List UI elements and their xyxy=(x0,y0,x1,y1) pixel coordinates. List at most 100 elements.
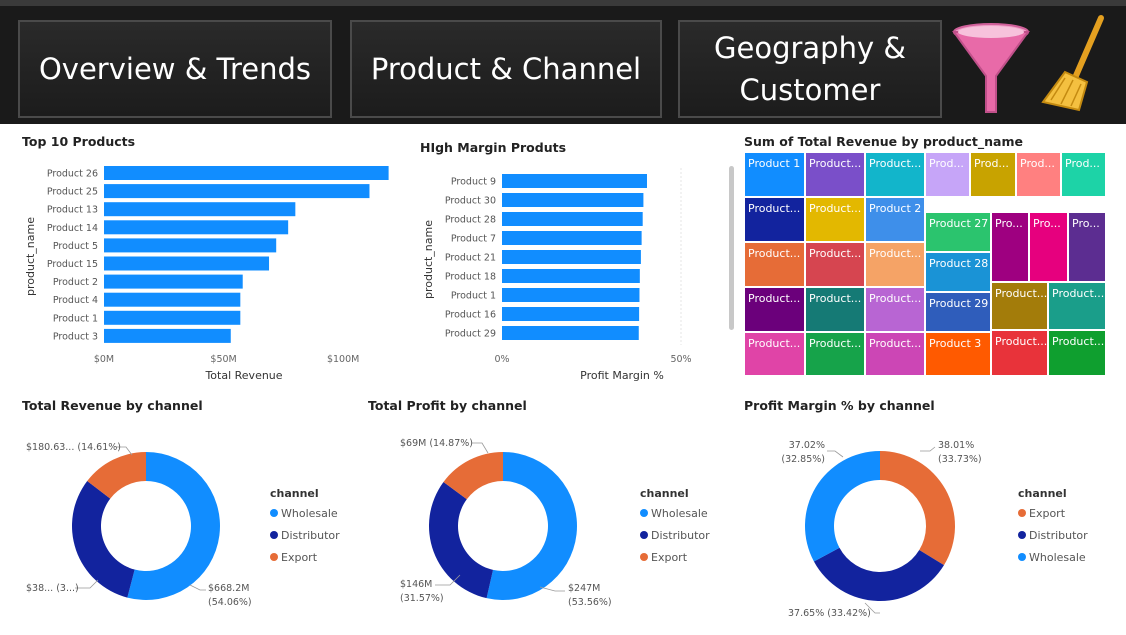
chart-title-treemap: Sum of Total Revenue by product_name xyxy=(744,134,1023,149)
data-label: (54.06%) xyxy=(208,597,252,608)
treemap-cell[interactable]: Prod... xyxy=(1016,152,1061,197)
bar xyxy=(502,307,640,321)
treemap-cell[interactable]: Product... xyxy=(744,332,805,376)
legend-item: Distributor xyxy=(1029,529,1088,542)
treemap-cell[interactable]: Product 3 xyxy=(925,332,991,376)
funnel-icon[interactable] xyxy=(950,20,1032,118)
bar xyxy=(104,328,231,343)
treemap-cell[interactable]: Prod... xyxy=(925,152,970,197)
legend-item: Export xyxy=(1029,507,1066,520)
bar-category-label: Product 16 xyxy=(445,310,496,321)
data-label: $180.63... (14.61%) xyxy=(26,442,121,453)
bar-category-label: Product 3 xyxy=(53,331,98,342)
legend-item: Wholesale xyxy=(651,507,708,520)
bar xyxy=(104,184,370,199)
treemap-cell[interactable]: Product... xyxy=(805,287,865,332)
bar-category-label: Product 9 xyxy=(451,177,496,188)
legend-item: Distributor xyxy=(651,529,710,542)
bar xyxy=(104,256,270,271)
leader-line xyxy=(189,584,206,591)
treemap-cell[interactable]: Product... xyxy=(805,332,865,376)
legend-marker xyxy=(1018,553,1026,561)
x-tick-label: $0M xyxy=(94,354,114,365)
bar-category-label: Product 2 xyxy=(53,277,98,288)
tab-geography-customer[interactable]: Geography & Customer xyxy=(678,20,942,118)
bar-category-label: Product 26 xyxy=(47,169,98,180)
data-label: $38... (3...) xyxy=(26,583,79,594)
y-axis-label: product_name xyxy=(24,217,37,296)
treemap-cell[interactable]: Product... xyxy=(991,282,1048,330)
bar xyxy=(502,212,643,226)
bar-category-label: Product 18 xyxy=(445,272,496,283)
x-tick-label: 0% xyxy=(494,354,509,365)
bar xyxy=(502,288,640,302)
treemap-cell[interactable]: Product... xyxy=(805,242,865,287)
bar xyxy=(104,202,296,217)
treemap-cell[interactable]: Pro... xyxy=(991,212,1029,282)
treemap-cell[interactable]: Prod... xyxy=(1061,152,1106,197)
treemap-cell[interactable]: Product 28 xyxy=(925,252,991,292)
legend-item: Distributor xyxy=(281,529,340,542)
bar xyxy=(104,310,241,325)
tab-overview-trends[interactable]: Overview & Trends xyxy=(18,20,332,118)
high-margin-bar-chart: Product 9 Product 30 Product 28 Product 7 Pr… xyxy=(422,168,692,382)
treemap-cell[interactable]: Product... xyxy=(865,242,925,287)
treemap-cell[interactable]: Product... xyxy=(744,242,805,287)
treemap-cell[interactable]: Pro... xyxy=(1029,212,1068,282)
chart-title-revenue-channel: Total Revenue by channel xyxy=(22,398,203,413)
bar xyxy=(104,292,241,307)
donut-slice xyxy=(429,482,494,599)
treemap-cell[interactable]: Product 2 xyxy=(865,197,925,242)
leader-line xyxy=(539,586,565,592)
treemap-cell[interactable]: Product... xyxy=(1048,282,1106,330)
bar xyxy=(104,220,289,235)
treemap-cell[interactable]: Product... xyxy=(991,330,1048,376)
data-label: $146M xyxy=(400,579,432,590)
bar xyxy=(502,250,641,264)
chart-title-margin-channel: Profit Margin % by channel xyxy=(744,398,935,413)
tab-product-channel[interactable]: Product & Channel xyxy=(350,20,662,118)
treemap-cell[interactable]: Product 1 xyxy=(744,152,805,197)
legend-title: channel xyxy=(640,487,689,500)
broom-icon[interactable] xyxy=(1035,14,1115,118)
treemap-cell[interactable]: Product... xyxy=(805,197,865,242)
data-label: 38.01% xyxy=(938,440,974,451)
bar-category-label: Product 15 xyxy=(47,259,98,270)
data-label: 37.65% (33.42%) xyxy=(788,608,871,619)
treemap-cell[interactable]: Product... xyxy=(805,152,865,197)
treemap-cell[interactable]: Product... xyxy=(744,197,805,242)
data-label: (31.57%) xyxy=(400,593,444,604)
scrollbar[interactable] xyxy=(729,166,734,330)
bar xyxy=(502,326,639,340)
bar-category-label: Product 4 xyxy=(53,295,98,306)
y-axis-label: product_name xyxy=(422,220,435,299)
data-label: 37.02% xyxy=(789,440,825,451)
bar xyxy=(502,193,644,207)
leader-line xyxy=(472,442,489,454)
bar-category-label: Product 14 xyxy=(47,223,98,234)
treemap-cell[interactable]: Product 27 xyxy=(925,212,991,252)
legend-title: channel xyxy=(270,487,319,500)
bar-category-label: Product 1 xyxy=(53,313,98,324)
treemap-cell[interactable]: Product... xyxy=(865,152,925,197)
treemap-cell[interactable]: Product... xyxy=(744,287,805,332)
legend-marker xyxy=(640,531,648,539)
legend-title: channel xyxy=(1018,487,1067,500)
data-label: (32.85%) xyxy=(781,454,825,465)
legend-marker xyxy=(270,531,278,539)
bar xyxy=(502,174,647,188)
revenue-by-channel-donut: $668.2M (54.06%) $38... (3...) $180.63... (… xyxy=(26,442,340,608)
treemap-cell[interactable]: Product... xyxy=(1048,330,1106,376)
x-axis-label: Profit Margin % xyxy=(580,369,664,382)
margin-by-channel-donut: 38.01% (33.73%) 37.65% (33.42%) 37.02% (32.8… xyxy=(781,440,1088,619)
treemap-cell[interactable]: Pro... xyxy=(1068,212,1106,282)
data-label: $247M xyxy=(568,583,600,594)
treemap-cell[interactable]: Product... xyxy=(865,287,925,332)
revenue-treemap: Product 1 Product... Product... Prod... Prod… xyxy=(744,152,1108,376)
data-label: $668.2M xyxy=(208,583,249,594)
donut-slice xyxy=(71,481,135,598)
bar-category-label: Product 5 xyxy=(53,241,98,252)
treemap-cell[interactable]: Product... xyxy=(865,332,925,376)
treemap-cell[interactable]: Prod... xyxy=(970,152,1016,197)
treemap-cell[interactable]: Product 29 xyxy=(925,292,991,332)
